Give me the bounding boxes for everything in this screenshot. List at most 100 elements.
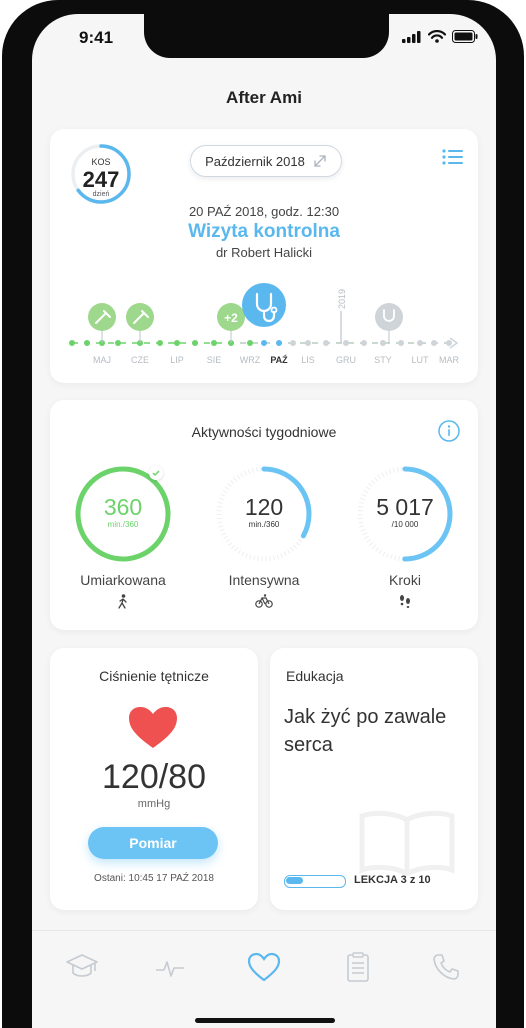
bp-unit: mmHg xyxy=(137,798,171,810)
kos-label: KOS xyxy=(91,157,111,167)
kos-value: 247 xyxy=(82,167,120,192)
moderate-sub: min./360 xyxy=(107,520,139,529)
timeline-month-label[interactable]: GRU xyxy=(336,355,356,365)
timeline-dot xyxy=(84,340,90,346)
timeline-dot xyxy=(361,340,367,346)
timeline-dot xyxy=(276,340,282,346)
measure-button[interactable]: Pomiar xyxy=(88,827,218,859)
timeline-dot xyxy=(157,340,163,346)
timeline-month-label[interactable]: MAJ xyxy=(93,355,111,365)
month-label: Październik 2018 xyxy=(205,153,305,169)
wifi-icon xyxy=(428,30,446,43)
timeline-dot xyxy=(261,340,267,346)
timeline-dot xyxy=(69,340,75,346)
timeline-month-label[interactable]: STY xyxy=(374,355,392,365)
timeline-dot xyxy=(174,340,180,346)
bp-title: Ciśnienie tętnicze xyxy=(99,668,209,684)
doctor-name: dr Robert Halicki xyxy=(215,245,313,260)
bike-icon xyxy=(194,594,334,613)
tab-health[interactable] xyxy=(244,947,284,987)
current-visit-bubble[interactable] xyxy=(242,283,286,327)
year-marker: 2019 xyxy=(337,289,347,309)
activity-ring-intense[interactable]: 120 min./360 xyxy=(214,464,314,564)
blood-pressure-card[interactable]: Ciśnienie tętnicze 120/80 mmHg Pomiar Os… xyxy=(50,648,258,910)
timeline[interactable]: 2019 +2 MAJ CZE LIP SIE WRZ PAŹ LIS GRU STY LUT MA… xyxy=(50,279,478,375)
phone-icon xyxy=(433,954,459,980)
tab-contact[interactable] xyxy=(426,947,466,987)
steps-label: Kroki xyxy=(389,572,421,588)
check-icon xyxy=(149,466,163,480)
education-title: Edukacja xyxy=(286,668,344,684)
activities-card[interactable]: Aktywności tygodniowe 360 min./360 Umiar… xyxy=(50,400,478,630)
timeline-dot xyxy=(192,340,198,346)
walk-icon xyxy=(53,594,193,615)
clipboard-icon xyxy=(347,952,369,982)
intense-value: 120 xyxy=(244,494,284,520)
timeline-dot xyxy=(343,340,349,346)
tab-education[interactable] xyxy=(62,947,102,987)
status-icons xyxy=(402,30,478,43)
visit-card[interactable]: KOS 247 dzień Październik 2018 20 PAŹ 20… xyxy=(50,129,478,383)
signal-icon xyxy=(402,30,421,43)
visit-title[interactable]: Wizyta kontrolna xyxy=(50,221,478,243)
activity-ring-steps[interactable]: 5 017 /10 000 xyxy=(355,464,455,564)
tab-activity[interactable] xyxy=(150,947,190,987)
kos-counter: KOS 247 dzień xyxy=(70,143,132,205)
lesson-progress xyxy=(284,875,346,888)
timeline-month-label[interactable]: SIE xyxy=(207,355,222,365)
month-selector[interactable]: Październik 2018 xyxy=(190,145,342,177)
timeline-dot xyxy=(417,340,423,346)
app-title: After Ami xyxy=(226,88,302,107)
book-icon xyxy=(359,810,455,876)
heart-icon xyxy=(129,707,177,748)
home-indicator xyxy=(195,1018,335,1023)
timeline-dot xyxy=(398,340,404,346)
bp-value: 120/80 xyxy=(102,758,206,796)
footsteps-icon xyxy=(335,594,475,613)
timeline-dot xyxy=(211,340,217,346)
education-card[interactable]: Edukacja Jak żyć po zawale serca LEKCJA … xyxy=(270,648,478,910)
tab-records[interactable] xyxy=(338,947,378,987)
battery-icon xyxy=(452,30,478,43)
timeline-dot xyxy=(305,340,311,346)
timeline-month-label[interactable]: PAŹ xyxy=(270,355,288,365)
timeline-dot xyxy=(115,340,121,346)
timeline-month-label[interactable]: WRZ xyxy=(240,355,261,365)
timeline-dot xyxy=(247,340,253,346)
activities-title: Aktywności tygodniowe xyxy=(191,424,337,440)
kos-unit: dzień xyxy=(92,191,110,198)
education-headline: Jak żyć po zawale serca xyxy=(284,706,447,756)
timeline-month-label[interactable]: MAR xyxy=(439,355,460,365)
timeline-month-label[interactable]: CZE xyxy=(131,355,149,365)
heart-icon xyxy=(247,952,281,982)
steps-sub: /10 000 xyxy=(391,520,419,529)
timeline-dot xyxy=(431,340,437,346)
activity-ring-moderate[interactable]: 360 min./360 xyxy=(73,464,173,564)
steps-value: 5 017 xyxy=(376,494,434,520)
more-badge: +2 xyxy=(224,311,238,325)
visit-date: 20 PAŹ 2018, godz. 12:30 xyxy=(188,204,340,219)
intense-label: Intensywna xyxy=(228,572,300,588)
timeline-month-label[interactable]: LIP xyxy=(170,355,184,365)
timeline-dot xyxy=(290,340,296,346)
info-icon[interactable] xyxy=(438,420,460,442)
expand-icon xyxy=(314,155,326,167)
timeline-dot xyxy=(323,340,329,346)
list-icon[interactable] xyxy=(442,149,464,165)
notch xyxy=(144,14,389,58)
intense-sub: min./360 xyxy=(248,520,280,529)
tab-bar xyxy=(32,930,496,1028)
pulse-icon xyxy=(156,961,184,977)
lesson-label: LEKCJA 3 z 10 xyxy=(354,874,431,886)
screen: 9:41 After Ami KOS 247 dzień Październik… xyxy=(32,14,496,1028)
bp-last-measurement: Ostani: 10:45 17 PAŹ 2018 xyxy=(94,873,214,884)
timeline-dot xyxy=(380,340,386,346)
moderate-value: 360 xyxy=(103,494,143,520)
moderate-label: Umiarkowana xyxy=(80,572,166,588)
future-visit-bubble[interactable] xyxy=(375,303,403,331)
graduation-cap-icon xyxy=(66,954,98,977)
status-time: 9:41 xyxy=(79,28,114,47)
timeline-month-label[interactable]: LUT xyxy=(411,355,429,365)
timeline-month-label[interactable]: LIS xyxy=(301,355,315,365)
timeline-dot xyxy=(446,340,452,346)
